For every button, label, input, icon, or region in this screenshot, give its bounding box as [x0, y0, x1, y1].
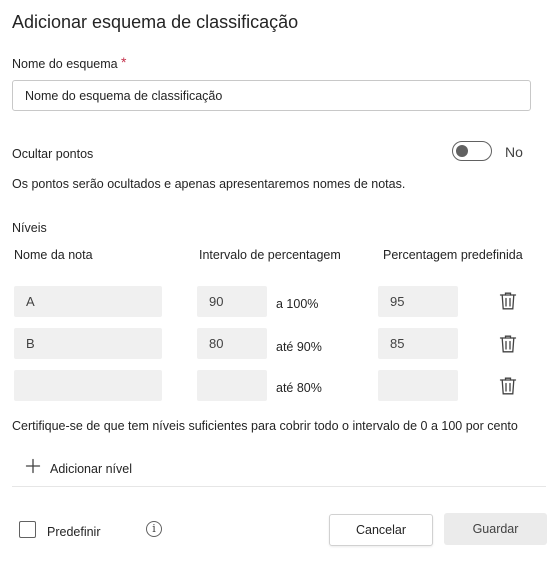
hide-points-state: No	[505, 144, 523, 160]
required-mark: *	[121, 54, 127, 70]
default-checkbox[interactable]	[19, 521, 36, 538]
range-min-input[interactable]	[197, 370, 267, 401]
range-min-input[interactable]	[197, 286, 267, 317]
toggle-knob	[456, 145, 468, 157]
hide-points-toggle[interactable]	[452, 141, 492, 161]
range-suffix: até 90%	[276, 340, 322, 354]
default-percentage-input[interactable]	[378, 328, 458, 359]
footer-divider	[12, 486, 546, 487]
range-suffix: até 80%	[276, 381, 322, 395]
default-percentage-input[interactable]	[378, 286, 458, 317]
grade-name-input[interactable]	[14, 286, 162, 317]
range-min-input[interactable]	[197, 328, 267, 359]
trash-icon[interactable]	[499, 334, 517, 354]
save-button[interactable]: Guardar	[444, 513, 547, 545]
scheme-name-label: Nome do esquema	[12, 57, 118, 71]
grade-name-input[interactable]	[14, 370, 162, 401]
scheme-name-input[interactable]	[12, 80, 531, 111]
header-grade-name: Nome da nota	[14, 248, 93, 262]
grade-name-input[interactable]	[14, 328, 162, 359]
hide-points-description: Os pontos serão ocultados e apenas apres…	[12, 177, 406, 191]
header-default-percentage: Percentagem predefinida	[383, 248, 523, 262]
default-percentage-input[interactable]	[378, 370, 458, 401]
range-suffix: a 100%	[276, 297, 319, 311]
levels-section-label: Níveis	[12, 221, 47, 235]
hide-points-label: Ocultar pontos	[12, 147, 94, 161]
trash-icon[interactable]	[499, 376, 517, 396]
dialog-title: Adicionar esquema de classificação	[12, 12, 299, 32]
plus-icon[interactable]	[25, 458, 41, 474]
add-level-button[interactable]: Adicionar nível	[50, 462, 132, 476]
header-percentage-range: Intervalo de percentagem	[199, 248, 341, 262]
default-checkbox-label: Predefinir	[47, 525, 101, 539]
trash-icon[interactable]	[499, 291, 517, 311]
info-icon[interactable]: i	[146, 521, 162, 537]
levels-hint: Certifique-se de que tem níveis suficien…	[12, 419, 518, 433]
cancel-button[interactable]: Cancelar	[329, 514, 433, 546]
